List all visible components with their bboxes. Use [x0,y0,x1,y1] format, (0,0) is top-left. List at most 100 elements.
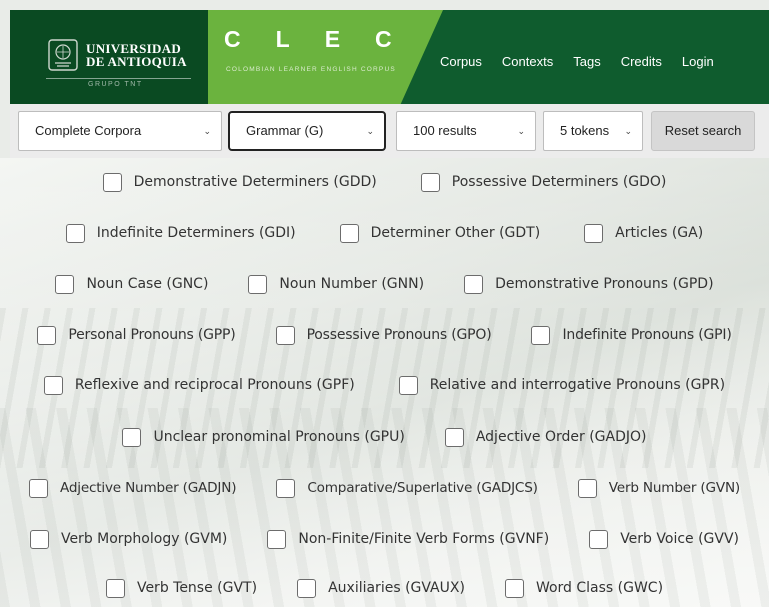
nav-corpus[interactable]: Corpus [440,54,482,69]
tag-option[interactable]: Possessive Pronouns (GPO) [275,325,492,345]
results-select[interactable]: 100 results ⌄ [396,111,536,151]
university-name: UNIVERSIDAD DE ANTIOQUIA [86,42,187,68]
tag-option-label: Verb Morphology (GVM) [60,531,228,547]
checkbox[interactable] [504,578,524,598]
tokens-select-value: 5 tokens [560,123,610,138]
tag-option[interactable]: Indefinite Determiners (GDI) [65,223,296,243]
tag-option[interactable]: Noun Case (GNC) [55,274,209,294]
checkbox[interactable] [248,274,268,294]
category-select[interactable]: Grammar (G) ⌄ [228,111,386,151]
checkbox[interactable] [65,223,85,243]
tag-option[interactable]: Verb Voice (GVV) [589,529,740,549]
checkbox[interactable] [122,427,142,447]
tag-options-row: Indefinite Determiners (GDI) Determiner … [0,213,769,253]
tag-option[interactable]: Reflexive and reciprocal Pronouns (GPF) [43,375,355,395]
tag-option[interactable]: Indefinite Pronouns (GPI) [531,325,732,345]
tag-option[interactable]: Determiner Other (GDT) [339,223,541,243]
tag-option-label: Demonstrative Pronouns (GPD) [495,276,714,292]
tag-option[interactable]: Comparative/Superlative (GADJCS) [276,478,538,498]
tag-option[interactable]: Verb Morphology (GVM) [29,529,228,549]
tag-option[interactable]: Possessive Determiners (GDO) [420,172,666,192]
checkbox[interactable] [589,529,609,549]
tag-option[interactable]: Verb Number (GVN) [577,478,741,498]
tag-option-label: Noun Number (GNN) [279,276,425,292]
tag-option[interactable]: Articles (GA) [584,223,703,243]
tag-option[interactable]: Personal Pronouns (GPP) [37,325,236,345]
checkbox[interactable] [276,478,296,498]
reset-search-button[interactable]: Reset search [651,111,755,151]
checkbox[interactable] [577,478,597,498]
checkbox[interactable] [531,325,551,345]
university-seal-icon [48,39,78,71]
tag-option[interactable]: Demonstrative Determiners (GDD) [102,172,377,192]
checkbox[interactable] [297,578,317,598]
tag-options-row: Demonstrative Determiners (GDD) Possessi… [0,162,769,202]
checkbox[interactable] [37,325,57,345]
tag-option-label: Adjective Order (GADJO) [475,429,647,445]
checkbox[interactable] [102,172,122,192]
tag-option[interactable]: Relative and interrogative Pronouns (GPR… [398,375,725,395]
checkbox[interactable] [105,578,125,598]
clec-letter: L [275,26,291,52]
tag-option-label: Indefinite Determiners (GDI) [96,225,296,241]
tag-option-label: Indefinite Pronouns (GPI) [562,327,732,343]
tag-option[interactable]: Auxiliaries (GVAUX) [297,578,465,598]
university-group-label: GRUPO TNT [88,81,143,88]
checkbox[interactable] [444,427,464,447]
tag-option-label: Noun Case (GNC) [86,276,209,292]
tag-option[interactable]: Adjective Order (GADJO) [444,427,647,447]
chevron-down-icon: ⌄ [366,126,374,136]
tag-option-label: Verb Tense (GVT) [136,580,258,596]
tag-option-label: Personal Pronouns (GPP) [68,327,236,343]
tag-option[interactable]: Unclear pronominal Pronouns (GPU) [122,427,405,447]
tag-option[interactable]: Word Class (GWC) [504,578,664,598]
checkbox[interactable] [398,375,418,395]
tag-options-row: Noun Case (GNC) Noun Number (GNN) Demons… [0,264,769,304]
chevron-down-icon: ⌄ [624,126,632,136]
tag-option-label: Auxiliaries (GVAUX) [328,580,465,596]
tag-option-label: Unclear pronominal Pronouns (GPU) [153,429,405,445]
tag-option-label: Determiner Other (GDT) [370,225,541,241]
nav-login[interactable]: Login [682,54,714,69]
tag-option-label: Possessive Pronouns (GPO) [306,327,492,343]
category-select-value: Grammar (G) [246,123,324,138]
tag-option-label: Verb Voice (GVV) [620,531,740,547]
clec-letter: C [224,26,242,52]
university-logo[interactable]: UNIVERSIDAD DE ANTIOQUIA GRUPO TNT [10,10,208,104]
checkbox[interactable] [43,375,63,395]
logo-divider [46,78,191,79]
nav-credits[interactable]: Credits [621,54,662,69]
results-select-value: 100 results [413,123,477,138]
chevron-down-icon: ⌄ [517,126,525,136]
checkbox[interactable] [267,529,287,549]
main-nav: Corpus Contexts Tags Credits Login [440,54,714,69]
clec-subtitle: COLOMBIAN LEARNER ENGLISH CORPUS [226,66,396,73]
tag-option[interactable]: Noun Number (GNN) [248,274,425,294]
tag-options-row: Unclear pronominal Pronouns (GPU) Adject… [0,417,769,457]
clec-letter: E [324,26,342,52]
tag-option[interactable]: Non-Finite/Finite Verb Forms (GVNF) [267,529,549,549]
checkbox[interactable] [55,274,75,294]
tag-option-label: Word Class (GWC) [535,580,664,596]
checkbox[interactable] [29,529,49,549]
checkbox[interactable] [464,274,484,294]
tag-option-label: Verb Number (GVN) [608,480,741,496]
nav-tags[interactable]: Tags [573,54,600,69]
tag-options-row: Verb Morphology (GVM) Non-Finite/Finite … [0,519,769,559]
tag-option-label: Demonstrative Determiners (GDD) [133,174,377,190]
checkbox[interactable] [420,172,440,192]
tag-option-label: Reflexive and reciprocal Pronouns (GPF) [74,377,355,393]
search-controls: Complete Corpora ⌄ Grammar (G) ⌄ 100 res… [10,104,769,158]
checkbox[interactable] [275,325,295,345]
clec-logo[interactable]: C L E C [224,26,393,53]
corpora-select[interactable]: Complete Corpora ⌄ [18,111,222,151]
tokens-select[interactable]: 5 tokens ⌄ [543,111,643,151]
checkbox[interactable] [339,223,359,243]
tag-option[interactable]: Verb Tense (GVT) [105,578,258,598]
checkbox[interactable] [28,478,48,498]
checkbox[interactable] [584,223,604,243]
nav-contexts[interactable]: Contexts [502,54,553,69]
site-header: UNIVERSIDAD DE ANTIOQUIA GRUPO TNT C L E… [10,10,769,104]
tag-option[interactable]: Demonstrative Pronouns (GPD) [464,274,714,294]
tag-option[interactable]: Adjective Number (GADJN) [28,478,237,498]
